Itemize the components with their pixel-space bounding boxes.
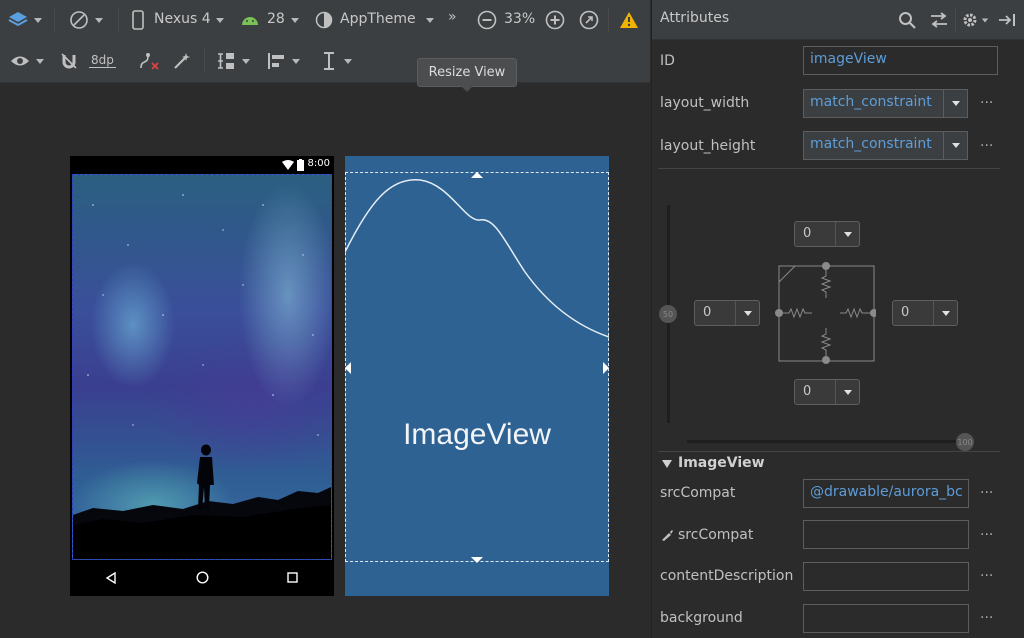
chevron-down-icon[interactable] [835,222,859,246]
background-more[interactable]: ··· [980,610,993,626]
id-field[interactable]: imageView [803,46,998,75]
id-label: ID [660,53,675,69]
design-toolbar: Nexus 4 28 AppTheme » 33% [0,0,650,40]
content-description-more[interactable]: ··· [980,568,993,584]
home-icon[interactable] [196,571,209,584]
android-icon [240,10,260,30]
theme-icon [314,10,334,30]
top-margin-dropdown[interactable]: 0 [794,221,860,247]
zoom-level: 33% [504,11,536,27]
layout-height-select[interactable]: match_constraint [803,131,968,160]
imageview-section-header[interactable]: ImageView [662,455,765,471]
left-margin-value: 0 [703,305,712,320]
right-margin-dropdown[interactable]: 0 [892,300,958,326]
tooltip-arrow [461,86,473,92]
search-icon[interactable] [896,9,918,31]
horizontal-bias-slider[interactable] [687,440,967,443]
infer-constraints-wand-icon[interactable] [170,50,194,72]
theme-selector[interactable]: AppTheme [340,11,416,27]
device-selector[interactable]: Nexus 4 [154,11,211,27]
resize-view-tooltip: Resize View [417,58,517,87]
device-preview: 8:00 [70,156,334,596]
layout-width-value: match_constraint [810,94,932,110]
aurora-image[interactable] [72,174,332,560]
view-options-eye-icon[interactable] [6,50,48,72]
layout-width-select[interactable]: match_constraint [803,89,968,118]
design-editor: Nexus 4 28 AppTheme » 33% 8dp Resize Vie… [0,0,650,638]
background-label: background [660,610,743,626]
background-field[interactable] [803,604,969,633]
layout-toolbar: 8dp [0,40,650,83]
guidelines-icon[interactable] [316,50,358,72]
content-description-label: contentDescription [660,568,794,584]
orientation-icon[interactable] [64,8,108,32]
collapse-triangle-icon[interactable] [662,460,672,468]
chevron-down-icon[interactable] [943,132,967,159]
default-margin[interactable]: 8dp [89,53,116,68]
navigation-bar [70,560,334,596]
right-margin-value: 0 [901,305,910,320]
right-handle-icon[interactable] [602,361,610,375]
src-compat-more[interactable]: ··· [980,485,993,501]
recents-icon[interactable] [287,572,298,583]
src-compat-field[interactable]: @drawable/aurora_bc [803,479,969,508]
gear-icon[interactable] [960,9,990,31]
layout-height-more[interactable]: ··· [980,138,993,154]
divider [658,168,1000,169]
battery-icon [297,159,304,171]
panel-title: Attributes [660,10,730,26]
chevron-down-icon[interactable] [835,380,859,404]
vertical-bias-knob[interactable]: 50 [659,305,677,323]
bottom-handle-icon[interactable] [470,556,484,564]
left-handle-icon[interactable] [344,361,352,375]
top-margin-value: 0 [803,226,812,241]
layout-width-label: layout_width [660,95,750,111]
tools-src-compat-more[interactable]: ··· [980,527,993,543]
bottom-margin-value: 0 [803,384,812,399]
status-bar: 8:00 [70,156,334,174]
zoom-in-icon[interactable] [544,9,566,31]
device-icon[interactable] [128,8,148,32]
constraint-widget-diagram [775,262,876,364]
src-compat-label: srcCompat [660,485,736,501]
zoom-to-fit-icon[interactable] [578,9,600,31]
content-description-field[interactable] [803,562,969,591]
chevron-down-icon[interactable] [735,301,759,325]
overflow-chevron-icon[interactable]: » [448,9,457,25]
layout-height-value: match_constraint [810,136,932,152]
aurora-landscape-illustration [73,194,331,559]
pack-icon[interactable] [212,50,254,72]
tools-src-compat-label: srcCompat [678,527,754,543]
zoom-out-icon[interactable] [476,9,498,31]
clear-constraints-icon[interactable] [136,50,162,72]
attributes-header: Attributes [652,0,1024,40]
layout-width-more[interactable]: ··· [980,95,993,111]
align-icon[interactable] [262,50,304,72]
divider [658,451,1000,452]
layout-height-label: layout_height [660,138,756,154]
hide-panel-icon[interactable] [996,9,1018,31]
blueprint-view-label: ImageView [403,418,551,451]
chevron-down-icon[interactable] [933,301,957,325]
section-title-text: ImageView [678,455,765,471]
attributes-panel: Attributes ID imageView layout_width mat… [651,0,1024,638]
blueprint-preview: ImageView [345,156,609,596]
constraint-curve-illustration [345,179,609,338]
horizontal-bias-knob[interactable]: 100 [956,433,974,451]
back-icon[interactable] [105,572,117,584]
api-level-selector[interactable]: 28 [267,11,285,27]
brush-icon [660,528,674,546]
chevron-down-icon[interactable] [943,90,967,117]
layers-icon[interactable] [4,8,46,32]
bottom-margin-dropdown[interactable]: 0 [794,379,860,405]
status-time: 8:00 [307,158,330,169]
tools-src-compat-field[interactable] [803,520,969,549]
wifi-icon [282,160,294,170]
autoconnect-magnet-icon[interactable] [58,50,80,72]
left-margin-dropdown[interactable]: 0 [694,300,760,326]
warning-icon[interactable] [618,9,640,31]
top-handle-icon[interactable] [470,171,484,179]
toggle-view-swap-icon[interactable] [928,9,950,31]
